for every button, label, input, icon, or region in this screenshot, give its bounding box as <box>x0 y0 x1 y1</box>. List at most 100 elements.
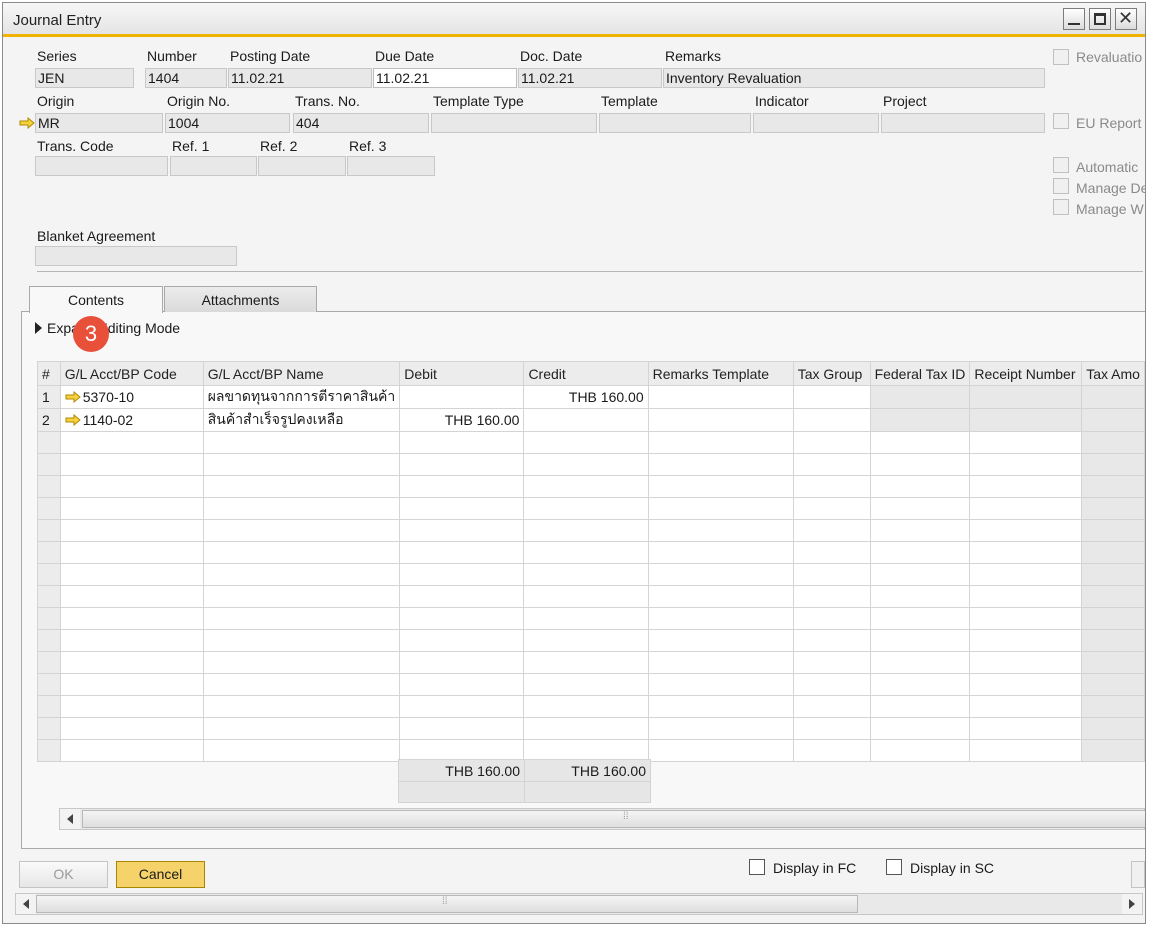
empty-cell[interactable] <box>647 607 794 630</box>
empty-cell[interactable] <box>202 607 401 630</box>
empty-cell[interactable] <box>399 607 525 630</box>
empty-cell[interactable] <box>647 453 794 476</box>
empty-cell[interactable] <box>399 629 525 652</box>
empty-cell[interactable] <box>523 585 649 608</box>
empty-cell[interactable] <box>969 497 1083 520</box>
empty-table-row[interactable] <box>37 695 1145 718</box>
scroll-thumb[interactable]: ⁞⁞ <box>36 895 858 913</box>
empty-cell[interactable] <box>647 585 794 608</box>
empty-table-row[interactable] <box>37 519 1145 542</box>
empty-cell[interactable] <box>647 497 794 520</box>
empty-cell[interactable] <box>523 607 649 630</box>
empty-cell[interactable] <box>792 453 871 476</box>
eu-report-checkbox[interactable] <box>1053 113 1069 129</box>
link-arrow-icon[interactable] <box>65 414 81 426</box>
empty-cell[interactable] <box>1081 607 1145 630</box>
empty-cell[interactable] <box>523 695 649 718</box>
col-header-tax-group[interactable]: Tax Group <box>792 361 871 386</box>
template-field[interactable] <box>599 113 751 133</box>
tab-contents[interactable]: Contents <box>29 286 163 313</box>
empty-cell[interactable] <box>969 519 1083 542</box>
scroll-left-button[interactable] <box>16 894 36 914</box>
empty-cell[interactable] <box>647 739 794 762</box>
empty-cell[interactable] <box>202 695 401 718</box>
empty-cell[interactable] <box>523 563 649 586</box>
col-header-name[interactable]: G/L Acct/BP Name <box>202 361 401 386</box>
empty-cell[interactable] <box>792 541 871 564</box>
empty-table-row[interactable] <box>37 651 1145 674</box>
ref3-field[interactable] <box>347 156 435 176</box>
trans-code-field[interactable] <box>35 156 168 176</box>
empty-cell[interactable] <box>59 563 204 586</box>
empty-cell[interactable] <box>202 563 401 586</box>
origin-field[interactable]: MR <box>35 113 163 133</box>
empty-cell[interactable] <box>59 431 204 454</box>
ref2-field[interactable] <box>258 156 346 176</box>
maximize-button[interactable] <box>1089 8 1111 30</box>
empty-cell[interactable] <box>869 673 971 696</box>
empty-cell[interactable] <box>59 585 204 608</box>
empty-cell[interactable] <box>647 629 794 652</box>
empty-cell[interactable] <box>399 651 525 674</box>
empty-cell[interactable] <box>59 607 204 630</box>
empty-cell[interactable] <box>1081 585 1145 608</box>
empty-cell[interactable] <box>523 497 649 520</box>
cancel-button[interactable]: Cancel <box>116 861 205 888</box>
credit-cell[interactable]: THB 160.00 <box>523 385 649 409</box>
tax-group-cell[interactable] <box>792 408 871 432</box>
empty-cell[interactable] <box>523 629 649 652</box>
manage-de-checkbox[interactable] <box>1053 178 1069 194</box>
empty-cell[interactable] <box>523 453 649 476</box>
empty-cell[interactable] <box>969 475 1083 498</box>
empty-cell[interactable] <box>792 519 871 542</box>
empty-cell[interactable] <box>399 563 525 586</box>
empty-cell[interactable] <box>647 651 794 674</box>
origin-no-field[interactable]: 1004 <box>165 113 290 133</box>
empty-cell[interactable] <box>1081 673 1145 696</box>
remarks-field[interactable]: Inventory Revaluation <box>663 68 1045 88</box>
empty-cell[interactable] <box>59 541 204 564</box>
empty-cell[interactable] <box>647 519 794 542</box>
trans-no-field[interactable]: 404 <box>293 113 429 133</box>
empty-cell[interactable] <box>399 431 525 454</box>
empty-cell[interactable] <box>1081 519 1145 542</box>
empty-cell[interactable] <box>59 453 204 476</box>
empty-cell[interactable] <box>792 431 871 454</box>
empty-table-row[interactable] <box>37 629 1145 652</box>
empty-cell[interactable] <box>792 497 871 520</box>
empty-cell[interactable] <box>869 475 971 498</box>
empty-cell[interactable] <box>969 739 1083 762</box>
empty-cell[interactable] <box>202 453 401 476</box>
empty-cell[interactable] <box>523 541 649 564</box>
empty-cell[interactable] <box>869 541 971 564</box>
empty-table-row[interactable] <box>37 475 1145 498</box>
empty-cell[interactable] <box>59 739 204 762</box>
empty-cell[interactable] <box>202 497 401 520</box>
empty-cell[interactable] <box>792 607 871 630</box>
empty-cell[interactable] <box>969 585 1083 608</box>
acct-name-cell[interactable]: สินค้าสำเร็จรูปคงเหลือ <box>202 408 401 432</box>
link-arrow-icon[interactable] <box>65 391 81 403</box>
scroll-left-button[interactable] <box>60 809 80 829</box>
empty-cell[interactable] <box>1081 629 1145 652</box>
empty-cell[interactable] <box>792 585 871 608</box>
empty-cell[interactable] <box>869 453 971 476</box>
empty-cell[interactable] <box>792 673 871 696</box>
scroll-right-button[interactable] <box>1122 894 1142 914</box>
revaluation-checkbox[interactable] <box>1053 49 1069 65</box>
empty-cell[interactable] <box>869 563 971 586</box>
empty-table-row[interactable] <box>37 607 1145 630</box>
series-field[interactable]: JEN <box>35 68 134 88</box>
expand-triangle-icon[interactable] <box>35 322 42 334</box>
empty-cell[interactable] <box>523 519 649 542</box>
empty-cell[interactable] <box>869 629 971 652</box>
acct-name-cell[interactable]: ผลขาดทุนจากการตีราคาสินค้า <box>202 385 401 409</box>
debit-cell[interactable]: THB 160.00 <box>399 408 525 432</box>
empty-cell[interactable] <box>523 431 649 454</box>
empty-cell[interactable] <box>1081 651 1145 674</box>
empty-cell[interactable] <box>969 453 1083 476</box>
empty-cell[interactable] <box>399 475 525 498</box>
col-header-federal-tax-id[interactable]: Federal Tax ID <box>869 361 971 386</box>
empty-cell[interactable] <box>59 629 204 652</box>
tax-group-cell[interactable] <box>792 385 871 409</box>
